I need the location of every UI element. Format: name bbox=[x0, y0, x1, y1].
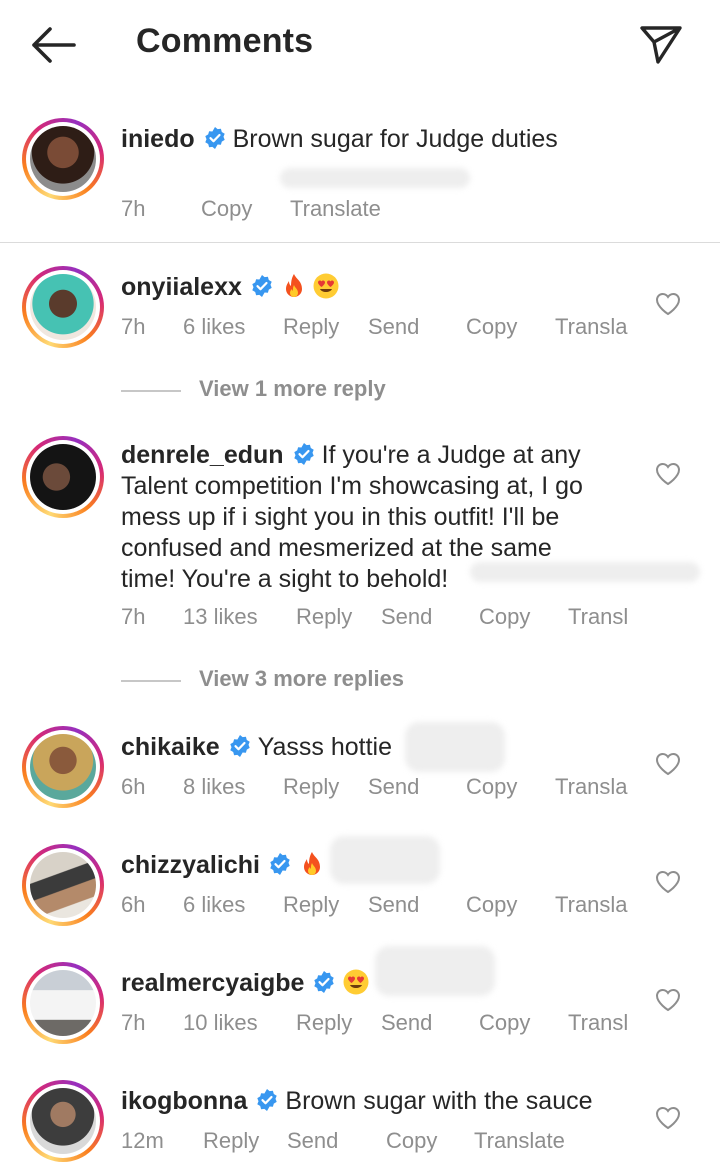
send-button[interactable]: Send bbox=[368, 314, 419, 340]
likes-count[interactable]: 10 likes bbox=[183, 1010, 258, 1036]
paper-plane-icon[interactable] bbox=[636, 20, 686, 68]
comment-meta: 7h 13 likes Reply Send Copy Transl bbox=[121, 604, 681, 634]
copy-button[interactable]: Copy bbox=[201, 196, 252, 222]
fire-emoji-icon bbox=[303, 852, 320, 875]
copy-button[interactable]: Copy bbox=[466, 892, 517, 918]
username[interactable]: onyiialexx bbox=[121, 273, 242, 301]
view-replies-link[interactable]: View 3 more replies bbox=[199, 666, 404, 692]
comment-text-line: Talent competition I'm showcasing at, I … bbox=[121, 472, 583, 500]
view-more-replies: View 3 more replies bbox=[121, 666, 521, 696]
copy-button[interactable]: Copy bbox=[479, 1010, 530, 1036]
timestamp: 7h bbox=[121, 604, 146, 629]
timestamp: 7h bbox=[121, 314, 146, 339]
view-replies-link[interactable]: View 1 more reply bbox=[199, 376, 386, 402]
username[interactable]: iniedo bbox=[121, 125, 195, 153]
send-button[interactable]: Send bbox=[368, 892, 419, 918]
translate-button[interactable]: Transla bbox=[555, 774, 628, 800]
avatar[interactable] bbox=[22, 266, 104, 348]
comment-text: Brown sugar for Judge duties bbox=[232, 125, 558, 153]
likes-count[interactable]: 8 likes bbox=[183, 774, 245, 800]
comment-text-line: time! You're a sight to behold! bbox=[121, 565, 449, 593]
translate-button[interactable]: Translate bbox=[290, 196, 381, 222]
verified-badge-icon bbox=[293, 443, 314, 465]
fire-emoji-icon bbox=[285, 274, 302, 297]
translate-button[interactable]: Transla bbox=[555, 314, 628, 340]
send-button[interactable]: Send bbox=[381, 604, 432, 630]
heart-outline-icon[interactable] bbox=[654, 290, 682, 318]
heart-outline-icon[interactable] bbox=[654, 868, 682, 896]
reply-button[interactable]: Reply bbox=[283, 892, 339, 918]
back-arrow-icon[interactable] bbox=[28, 24, 78, 66]
verified-badge-icon bbox=[314, 971, 335, 993]
heart-outline-icon[interactable] bbox=[654, 750, 682, 778]
verified-badge-icon bbox=[204, 127, 225, 149]
comment-meta: 7h Copy Translate bbox=[121, 196, 681, 226]
username[interactable]: ikogbonna bbox=[121, 1087, 247, 1115]
avatar[interactable] bbox=[22, 118, 104, 200]
send-button[interactable]: Send bbox=[287, 1128, 338, 1154]
likes-count[interactable]: 6 likes bbox=[183, 892, 245, 918]
likes-count[interactable]: 13 likes bbox=[183, 604, 258, 630]
avatar[interactable] bbox=[22, 844, 104, 926]
timestamp: 7h bbox=[121, 1010, 146, 1035]
heart-outline-icon[interactable] bbox=[654, 1104, 682, 1132]
reply-button[interactable]: Reply bbox=[203, 1128, 259, 1154]
translate-button[interactable]: Transl bbox=[568, 604, 628, 630]
translate-button[interactable]: Translate bbox=[474, 1128, 565, 1154]
comment-meta: 7h 10 likes Reply Send Copy Transl bbox=[121, 1010, 681, 1040]
translate-button[interactable]: Transla bbox=[555, 892, 628, 918]
comment-meta: 12m Reply Send Copy Translate bbox=[121, 1128, 681, 1158]
timestamp: 7h bbox=[121, 196, 146, 221]
copy-button[interactable]: Copy bbox=[466, 774, 517, 800]
send-button[interactable]: Send bbox=[368, 774, 419, 800]
view-more-replies: View 1 more reply bbox=[121, 376, 521, 406]
username[interactable]: denrele_edun bbox=[121, 441, 284, 469]
avatar[interactable] bbox=[22, 726, 104, 808]
reply-button[interactable]: Reply bbox=[283, 314, 339, 340]
comment-meta: 6h 8 likes Reply Send Copy Transla bbox=[121, 774, 681, 804]
heart-outline-icon[interactable] bbox=[654, 986, 682, 1014]
reply-button[interactable]: Reply bbox=[296, 1010, 352, 1036]
verified-badge-icon bbox=[252, 275, 272, 297]
copy-button[interactable]: Copy bbox=[466, 314, 517, 340]
divider bbox=[0, 242, 720, 243]
likes-count[interactable]: 6 likes bbox=[183, 314, 245, 340]
timestamp: 12m bbox=[121, 1128, 164, 1153]
verified-badge-icon bbox=[229, 735, 250, 757]
page-title: Comments bbox=[136, 22, 314, 60]
username[interactable]: chizzyalichi bbox=[121, 851, 260, 879]
timestamp: 6h bbox=[121, 892, 146, 917]
send-button[interactable]: Send bbox=[381, 1010, 432, 1036]
timestamp: 6h bbox=[121, 774, 146, 799]
translate-button[interactable]: Transl bbox=[568, 1010, 628, 1036]
comment-meta: 6h 6 likes Reply Send Copy Transla bbox=[121, 892, 681, 922]
reply-button[interactable]: Reply bbox=[283, 774, 339, 800]
comment-text: If you're a Judge at any bbox=[321, 441, 581, 469]
avatar[interactable] bbox=[22, 962, 104, 1044]
comment-text: Yasss hottie bbox=[257, 733, 393, 761]
comment-text-line: mess up if i sight you in this outfit! I… bbox=[121, 503, 560, 531]
username[interactable]: chikaike bbox=[121, 733, 220, 761]
reply-button[interactable]: Reply bbox=[296, 604, 352, 630]
avatar[interactable] bbox=[22, 1080, 104, 1162]
verified-badge-icon bbox=[270, 853, 290, 875]
heart-outline-icon[interactable] bbox=[654, 460, 682, 488]
copy-button[interactable]: Copy bbox=[479, 604, 530, 630]
username[interactable]: realmercyaigbe bbox=[121, 969, 304, 997]
comment-meta: 7h 6 likes Reply Send Copy Transla bbox=[121, 314, 681, 344]
comment-text: Brown sugar with the sauce bbox=[285, 1087, 593, 1115]
heart-eyes-emoji-icon bbox=[343, 969, 369, 995]
heart-eyes-emoji-icon bbox=[313, 273, 339, 299]
copy-button[interactable]: Copy bbox=[386, 1128, 437, 1154]
avatar[interactable] bbox=[22, 436, 104, 518]
verified-badge-icon bbox=[257, 1089, 278, 1111]
comment-text-line: confused and mesmerized at the same bbox=[121, 534, 552, 562]
top-bar: Comments bbox=[0, 0, 720, 92]
